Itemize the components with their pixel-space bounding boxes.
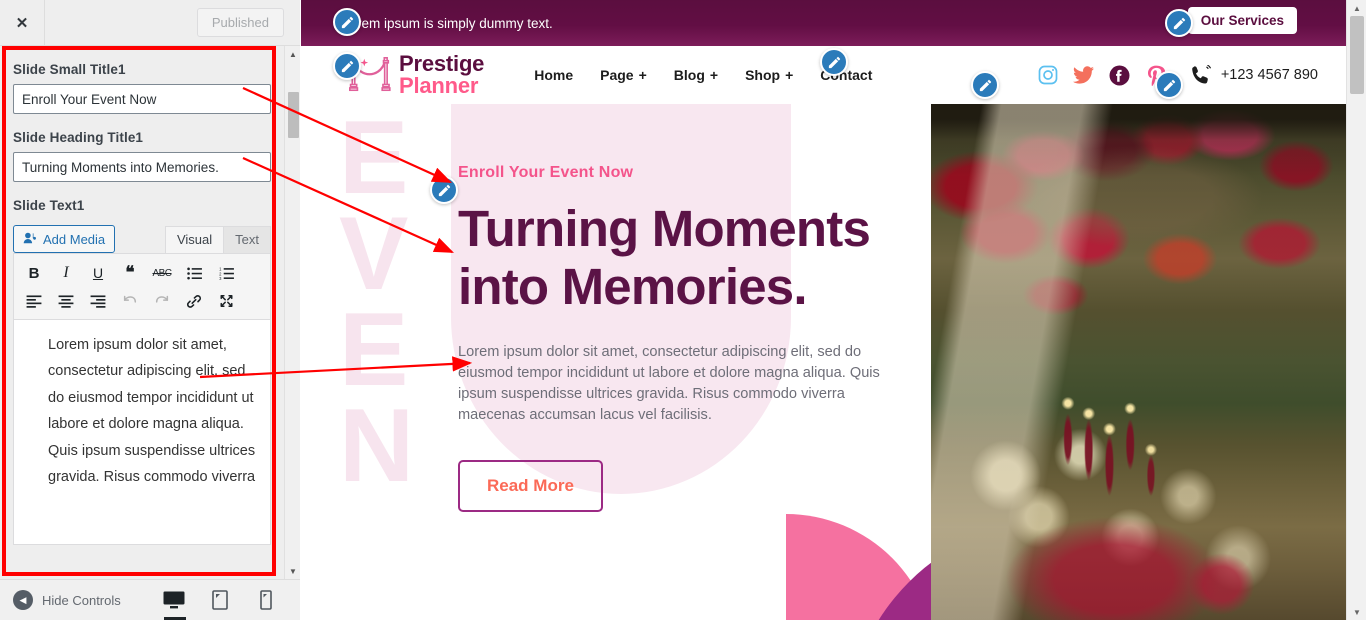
customizer-footer: ◀ Hide Controls	[0, 579, 300, 620]
nav-item-shop[interactable]: Shop +	[745, 67, 793, 83]
slide-text1-label: Slide Text1	[13, 198, 85, 213]
scroll-up-icon[interactable]: ▲	[285, 46, 301, 62]
toolbar-row-1: B I U ❝ ABC 1 2 3	[18, 259, 266, 287]
hero-section: EVEN Enroll Your Event Now Turning Momen…	[301, 104, 1346, 620]
fullscreen-icon[interactable]	[210, 287, 242, 315]
site-preview: Lorem ipsum is simply dummy text. Our Se…	[301, 0, 1346, 620]
redo-icon[interactable]	[146, 287, 178, 315]
edit-social-icons-icon[interactable]	[971, 71, 999, 99]
hero-paragraph: Lorem ipsum dolor sit amet, consectetur …	[458, 344, 880, 423]
svg-text:3: 3	[219, 276, 222, 280]
wp-editor: Add Media Visual Text B I U ❝ ABC 1 2 3 …	[13, 220, 271, 545]
hero-photo-wedding-table	[931, 104, 1346, 620]
hero-content: Enroll Your Event Now Turning Moments in…	[458, 164, 918, 512]
logo-text: Prestige Planner	[399, 53, 484, 97]
window-scrollbar-thumb[interactable]	[1350, 16, 1364, 94]
numbered-list-icon[interactable]: 1 2 3	[210, 259, 242, 287]
customizer-body: Slide Small Title1 Enroll Your Event Now…	[0, 46, 284, 579]
screen: ✕ Published Slide Small Title1 Enroll Yo…	[0, 0, 1366, 620]
window-scroll-up-icon[interactable]: ▲	[1347, 0, 1366, 16]
tab-text[interactable]: Text	[223, 226, 271, 253]
scroll-down-icon[interactable]: ▼	[285, 563, 301, 579]
plus-icon: +	[638, 67, 647, 83]
phone-block[interactable]: +123 4567 890	[1191, 64, 1318, 86]
edit-nav-menu-icon[interactable]	[820, 48, 848, 76]
nav-item-blog[interactable]: Blog +	[674, 67, 718, 83]
slide-small-title1-input[interactable]: Enroll Your Event Now	[13, 84, 271, 114]
close-customizer-button[interactable]: ✕	[0, 0, 45, 45]
slide-text1-editor-content[interactable]: Lorem ipsum dolor sit amet, consectetur …	[13, 320, 271, 545]
nav-label: Shop	[745, 67, 781, 83]
header-right: +123 4567 890	[1037, 64, 1346, 86]
logo-line1: Prestige	[399, 51, 485, 76]
nav-label: Blog	[673, 67, 705, 83]
phone-ringing-icon	[1191, 64, 1213, 86]
edit-topbar-message-icon[interactable]	[333, 8, 361, 36]
add-media-button[interactable]: Add Media	[13, 225, 116, 253]
tab-visual[interactable]: Visual	[164, 226, 225, 253]
edit-hero-slide-icon[interactable]	[430, 176, 458, 204]
add-media-label: Add Media	[43, 231, 106, 247]
tablet-preview-button[interactable]	[208, 585, 232, 615]
hero-heading-line2: into Memories.	[458, 258, 808, 315]
hide-controls-button[interactable]: ◀ Hide Controls	[0, 590, 121, 610]
customizer-scrollbar-thumb[interactable]	[288, 92, 299, 138]
twitter-icon[interactable]	[1073, 64, 1095, 86]
mobile-preview-button[interactable]	[254, 585, 278, 615]
nav-item-home[interactable]: Home	[534, 67, 573, 83]
undo-icon[interactable]	[114, 287, 146, 315]
slide-heading-title1-input[interactable]: Turning Moments into Memories.	[13, 152, 271, 182]
nav-item-page[interactable]: Page +	[600, 67, 647, 83]
align-right-icon[interactable]	[82, 287, 114, 315]
strikethrough-icon[interactable]: ABC	[146, 259, 178, 287]
chevron-left-icon: ◀	[13, 590, 33, 610]
editor-tabs: Visual Text	[164, 226, 271, 253]
toolbar-row-2	[18, 287, 266, 315]
customizer-panel: ✕ Published Slide Small Title1 Enroll Yo…	[0, 0, 300, 620]
align-left-icon[interactable]	[18, 287, 50, 315]
align-center-icon[interactable]	[50, 287, 82, 315]
italic-icon[interactable]: I	[50, 259, 82, 287]
site-logo[interactable]: Prestige Planner	[349, 53, 484, 97]
background-letters: EVEN	[339, 104, 415, 504]
read-more-button[interactable]: Read More	[458, 460, 603, 512]
logo-line2: Planner	[399, 73, 479, 98]
facebook-icon[interactable]	[1109, 64, 1131, 86]
bold-icon[interactable]: B	[18, 259, 50, 287]
instagram-icon[interactable]	[1037, 64, 1059, 86]
published-button[interactable]: Published	[196, 8, 284, 37]
plus-icon: +	[785, 67, 794, 83]
editor-media-row: Add Media Visual Text	[13, 220, 271, 253]
hero-heading-line1: Turning Moments	[458, 200, 871, 257]
editor-toolbar: B I U ❝ ABC 1 2 3	[13, 253, 271, 320]
insert-link-icon[interactable]	[178, 287, 210, 315]
bulleted-list-icon[interactable]	[178, 259, 210, 287]
device-preview-buttons	[162, 585, 300, 620]
window-scroll-down-icon[interactable]: ▼	[1347, 604, 1366, 620]
customizer-scrollbar[interactable]: ▲ ▼	[284, 46, 300, 579]
window-scrollbar[interactable]: ▲ ▼	[1346, 0, 1366, 620]
media-icon	[23, 232, 37, 246]
edit-our-services-icon[interactable]	[1165, 9, 1193, 37]
slide-heading-title1-label: Slide Heading Title1	[13, 130, 144, 145]
hero-eyebrow: Enroll Your Event Now	[458, 164, 634, 181]
our-services-button[interactable]: Our Services	[1187, 7, 1297, 34]
underline-icon[interactable]: U	[82, 259, 114, 287]
edit-phone-icon[interactable]	[1155, 71, 1183, 99]
plus-icon: +	[709, 67, 719, 83]
customizer-header: ✕ Published	[0, 0, 300, 46]
desktop-preview-button[interactable]	[162, 585, 186, 620]
slide-small-title1-label: Slide Small Title1	[13, 62, 126, 77]
blockquote-icon[interactable]: ❝	[114, 259, 146, 287]
hero-heading: Turning Moments into Memories.	[458, 200, 918, 316]
nav-label: Home	[534, 67, 574, 83]
phone-number: +123 4567 890	[1220, 67, 1318, 83]
hero-image	[931, 104, 1346, 620]
nav-label: Page	[600, 67, 634, 83]
edit-logo-icon[interactable]	[333, 52, 361, 80]
hide-controls-label: Hide Controls	[42, 592, 121, 608]
